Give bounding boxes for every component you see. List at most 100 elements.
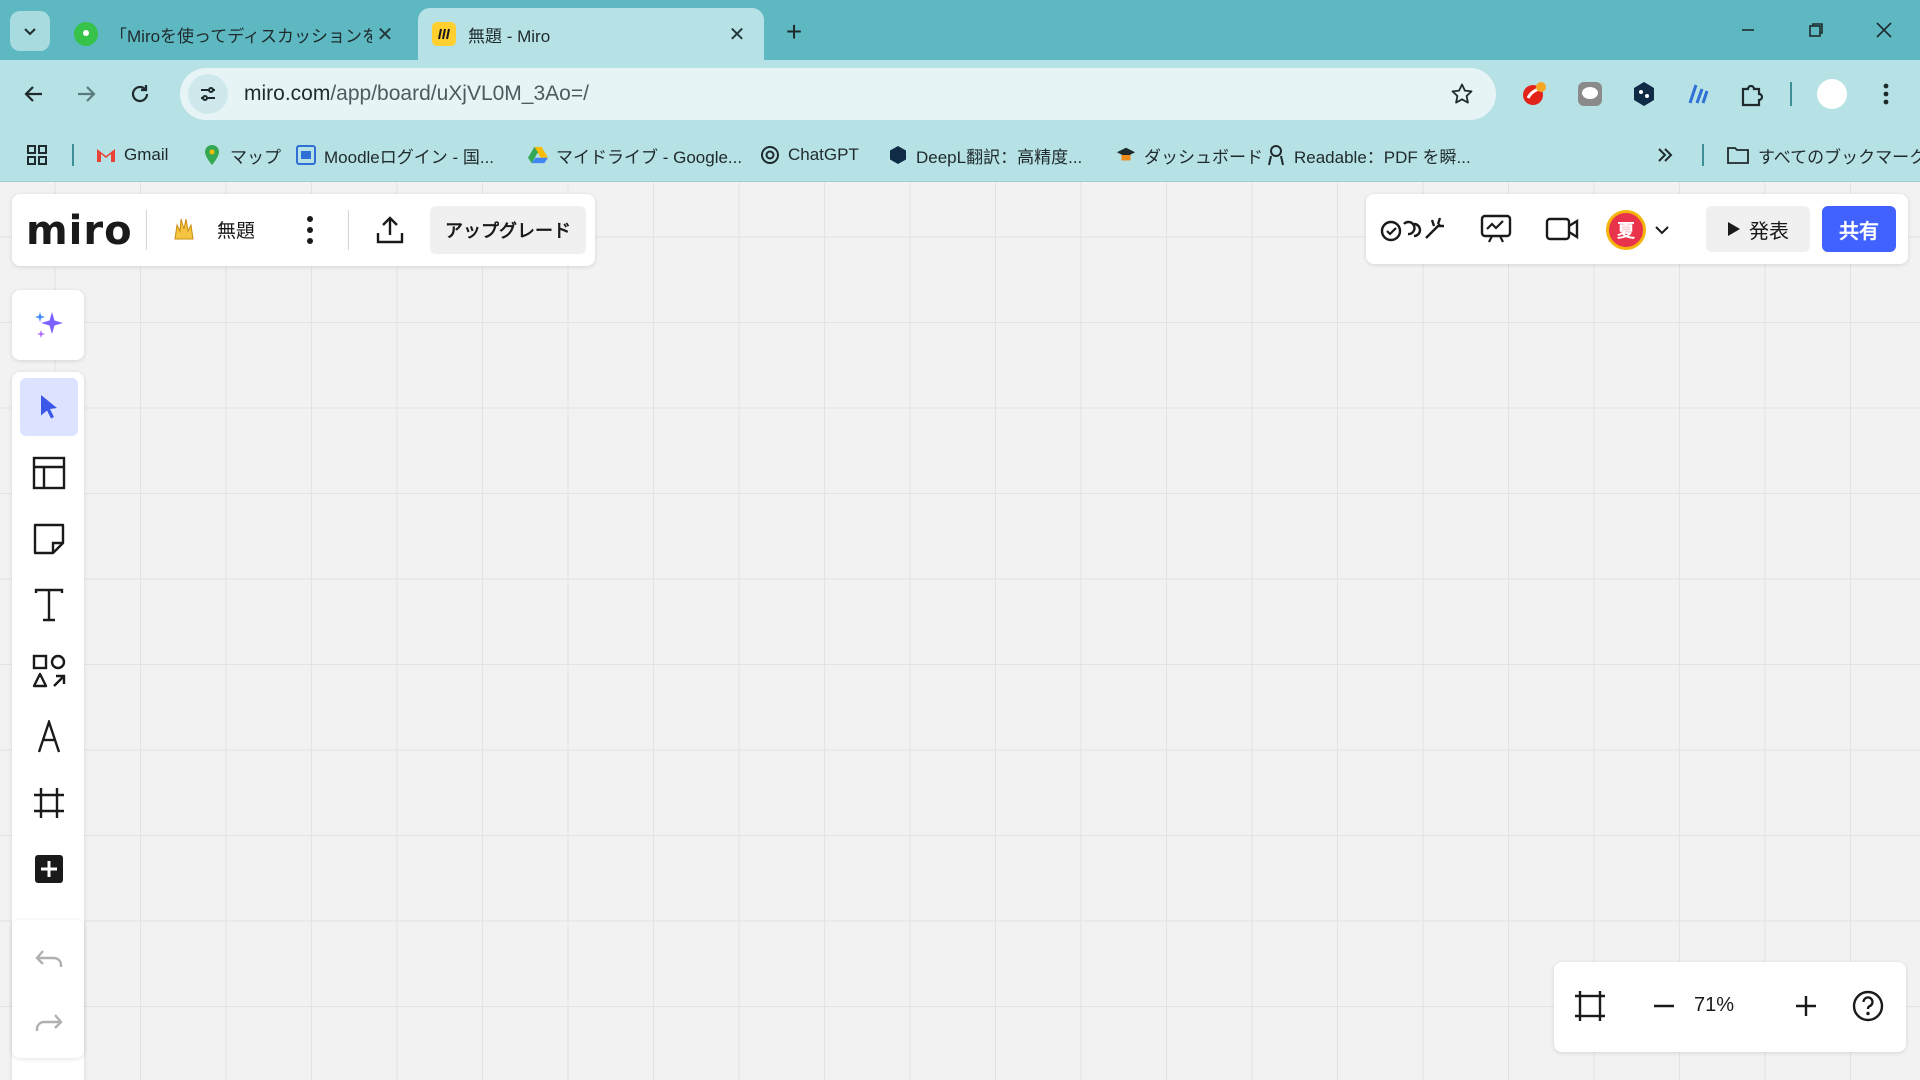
minimize-icon — [1742, 29, 1754, 31]
new-tab-button[interactable]: + — [776, 14, 812, 50]
chart-board-icon — [1480, 214, 1512, 243]
chevron-down-icon — [1655, 226, 1669, 235]
pen-tool[interactable] — [20, 708, 78, 766]
close-icon — [1876, 22, 1892, 38]
undo-button[interactable] — [20, 930, 78, 988]
redo-button[interactable] — [20, 994, 78, 1052]
bookmark-readable[interactable]: Readable：PDF を瞬... — [1266, 138, 1471, 172]
toolbar-divider — [1790, 82, 1792, 106]
text-t-icon — [34, 588, 64, 622]
share-button[interactable]: 共有 — [1822, 206, 1896, 252]
collaborators-dropdown[interactable] — [1648, 216, 1676, 244]
url-host: miro.com — [244, 82, 331, 105]
history-panel — [12, 920, 84, 1058]
close-window-button[interactable] — [1860, 10, 1908, 50]
miro-logo[interactable]: miro — [26, 208, 133, 254]
tab-strip: 「Miroを使ってディスカッションをオン ✕ 無題 - Miro ✕ + — [0, 0, 1920, 60]
fit-to-screen-button[interactable] — [1568, 984, 1612, 1028]
drive-icon — [528, 145, 548, 165]
bookmark-star-button[interactable] — [1446, 78, 1478, 110]
reload-icon — [131, 85, 149, 103]
upgrade-button[interactable]: アップグレード — [430, 206, 586, 254]
apps-button[interactable] — [26, 138, 48, 172]
sticky-note-tool[interactable] — [20, 510, 78, 568]
bookmark-label: マップ — [230, 147, 281, 167]
export-button[interactable] — [368, 208, 412, 252]
zoom-level[interactable]: 71% — [1694, 994, 1734, 1017]
tab-miro-discussion[interactable]: 「Miroを使ってディスカッションをオン ✕ — [60, 8, 412, 60]
board-emoji-icon[interactable] — [170, 214, 200, 244]
url-path: /app/board/uXjVL0M_3Ao=/ — [330, 82, 589, 105]
frame-tool[interactable] — [20, 774, 78, 832]
arrow-right-icon — [78, 86, 96, 102]
back-button[interactable] — [14, 74, 54, 114]
bookmark-label: DeepL翻訳：高精度... — [916, 147, 1083, 167]
address-bar[interactable]: miro.com/app/board/uXjVL0M_3Ao=/ — [180, 68, 1496, 120]
collaboration-panel: 夏 発表 共有 — [1366, 194, 1908, 264]
miro-board-canvas[interactable]: miro 無題 アップグレード 夏 発表 共有 71% — [0, 182, 1920, 1080]
bookmark-chatgpt[interactable]: ChatGPT — [760, 138, 859, 172]
zoom-out-button[interactable] — [1642, 984, 1686, 1028]
profile-button[interactable] — [1812, 74, 1852, 114]
upload-icon — [376, 216, 404, 244]
all-bookmarks-folder[interactable]: すべてのブックマーク — [1726, 138, 1920, 172]
sparkles-icon — [35, 312, 63, 338]
bookmark-maps[interactable]: マップ — [202, 138, 281, 172]
moodle-icon — [296, 145, 316, 165]
board-title[interactable]: 無題 — [217, 216, 255, 243]
ai-panel — [12, 290, 84, 360]
all-bookmarks-label: すべてのブックマーク — [1758, 147, 1920, 167]
pen-icon — [37, 720, 61, 753]
user-avatar[interactable]: 夏 — [1606, 210, 1646, 250]
line-chat-icon — [1578, 82, 1602, 106]
bookmark-gmail[interactable]: Gmail — [96, 138, 168, 172]
site-info-button[interactable] — [188, 74, 228, 114]
bookmark-label: マイドライブ - Google... — [556, 147, 743, 167]
tab-title: 無題 - Miro — [468, 26, 551, 46]
bookmark-deepl[interactable]: DeepL翻訳：高精度... — [888, 138, 1082, 172]
red-extension-icon — [1523, 82, 1546, 105]
restore-button[interactable] — [1792, 10, 1840, 50]
minimize-button[interactable] — [1724, 10, 1772, 50]
more-bookmarks-button[interactable] — [1656, 138, 1674, 172]
text-tool[interactable] — [20, 576, 78, 634]
templates-tool[interactable] — [20, 444, 78, 502]
more-apps-tool[interactable] — [20, 840, 78, 898]
board-menu-button[interactable] — [290, 210, 330, 250]
bookmark-drive[interactable]: マイドライブ - Google... — [528, 138, 742, 172]
url-text[interactable]: miro.com/app/board/uXjVL0M_3Ao=/ — [244, 82, 589, 106]
extension-red-button[interactable] — [1514, 74, 1554, 114]
zoom-panel: 71% — [1554, 962, 1906, 1052]
tab-miro-board[interactable]: 無題 - Miro ✕ — [418, 8, 764, 60]
browser-chrome: 「Miroを使ってディスカッションをオン ✕ 無題 - Miro ✕ + — [0, 0, 1920, 182]
tab-search-button[interactable] — [10, 11, 50, 51]
help-button[interactable] — [1846, 984, 1890, 1028]
forward-button[interactable] — [66, 74, 106, 114]
arrow-left-icon — [24, 86, 42, 102]
browser-menu-button[interactable] — [1866, 74, 1906, 114]
extensions-menu-button[interactable] — [1732, 74, 1772, 114]
zoom-in-button[interactable] — [1784, 984, 1828, 1028]
present-button[interactable]: 発表 — [1706, 206, 1810, 252]
ai-assist-button[interactable] — [20, 296, 78, 354]
reactions-icon — [1380, 217, 1444, 242]
reactions-button[interactable] — [1378, 208, 1448, 250]
close-icon[interactable]: ✕ — [372, 21, 398, 47]
reload-button[interactable] — [120, 74, 160, 114]
extension-line-button[interactable] — [1570, 74, 1610, 114]
bookmark-label: ダッシュボード — [1144, 147, 1263, 167]
extension-deepl-button[interactable] — [1624, 74, 1664, 114]
bookmark-dashboard[interactable]: ダッシュボード — [1116, 138, 1263, 172]
close-icon[interactable]: ✕ — [724, 21, 750, 47]
chevron-double-right-icon — [1658, 148, 1673, 162]
shapes-tool[interactable] — [20, 642, 78, 700]
apps-grid-icon — [27, 145, 47, 165]
kebab-menu-icon — [1883, 83, 1889, 105]
extension-chart-button[interactable] — [1678, 74, 1718, 114]
bookmark-moodle[interactable]: Moodleログイン - 国... — [296, 138, 494, 172]
select-tool[interactable] — [20, 378, 78, 436]
shapes-icon — [32, 654, 66, 688]
video-call-button[interactable] — [1540, 208, 1584, 250]
header-divider — [146, 210, 147, 250]
comments-button[interactable] — [1474, 208, 1518, 250]
